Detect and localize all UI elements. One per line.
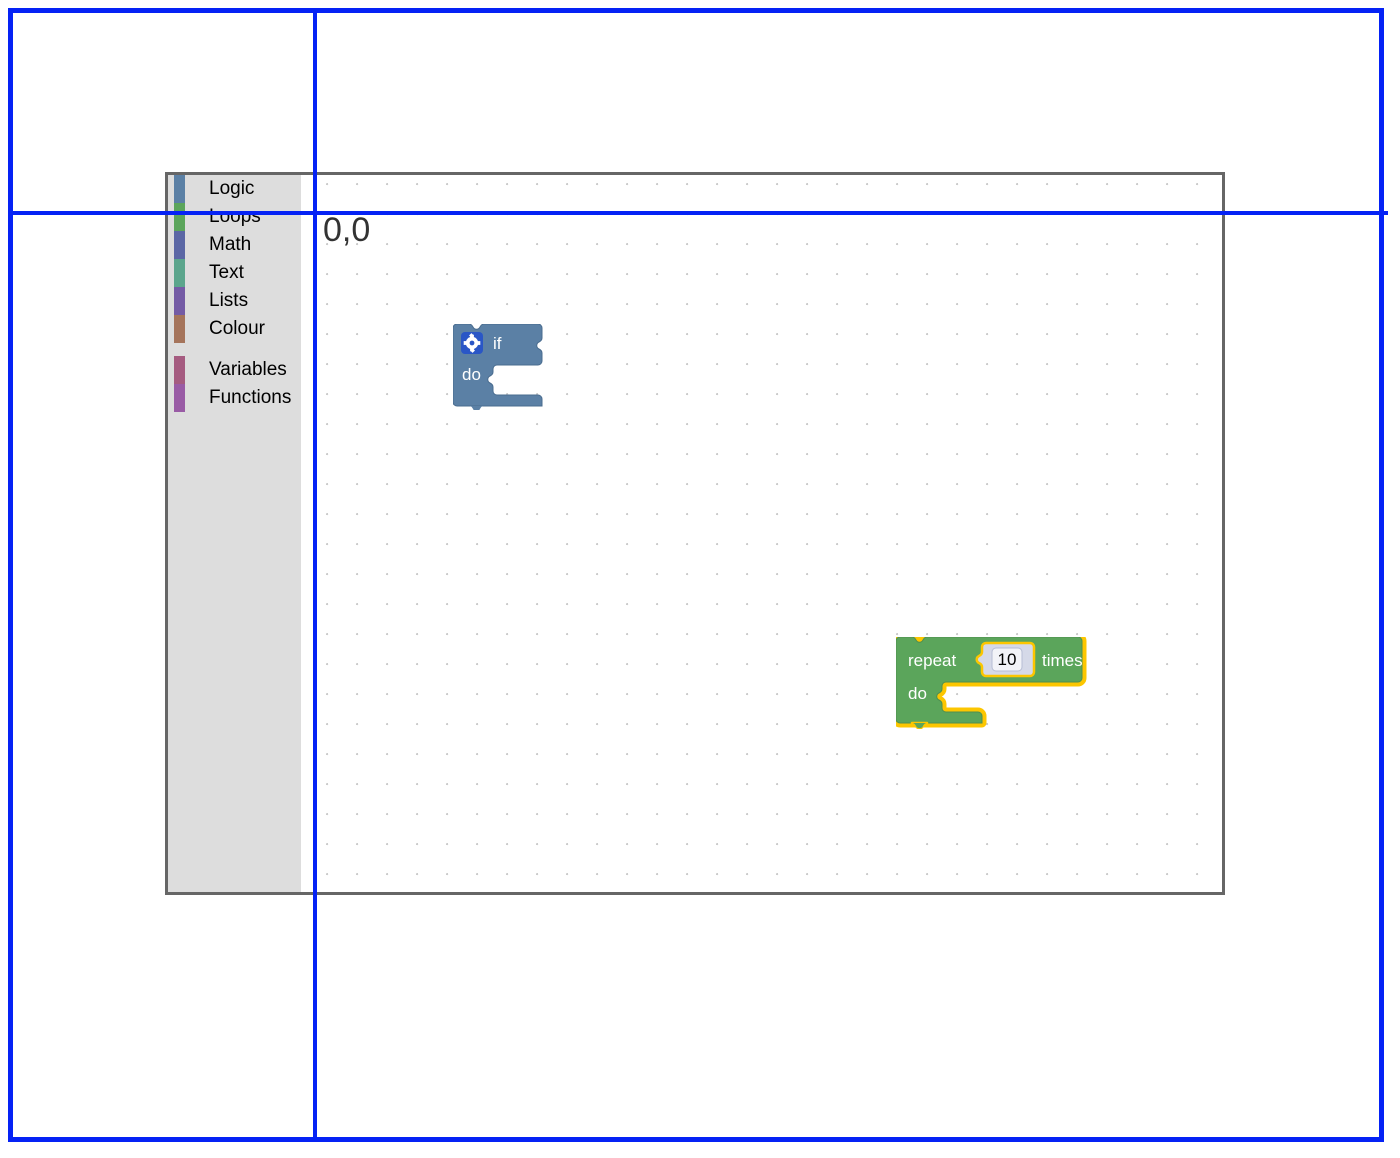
repeat-block-suffix-label: times [1042, 651, 1083, 670]
block-controls-repeat[interactable]: 10 repeat times do [896, 637, 1096, 734]
repeat-block-label: repeat [908, 651, 956, 670]
block-controls-if[interactable]: if do [452, 323, 553, 415]
crosshair-guide-horizontal [10, 211, 1388, 215]
blocks-layer: if do 10 repeat times do [168, 175, 1222, 892]
gear-icon [461, 332, 483, 354]
gear-icon-center [469, 340, 475, 346]
repeat-times-value-input: 10 [975, 641, 1036, 678]
blockly-workspace-container[interactable]: Logic Loops Math Text Lists Colour Variables F… [165, 172, 1225, 895]
if-block-statement-label: do [462, 365, 481, 384]
if-block-bottom-notch [469, 406, 484, 412]
repeat-block-statement-label: do [908, 684, 927, 703]
crosshair-guide-vertical [313, 10, 317, 1140]
repeat-count-field: 10 [998, 650, 1017, 669]
if-block-label: if [493, 334, 502, 353]
